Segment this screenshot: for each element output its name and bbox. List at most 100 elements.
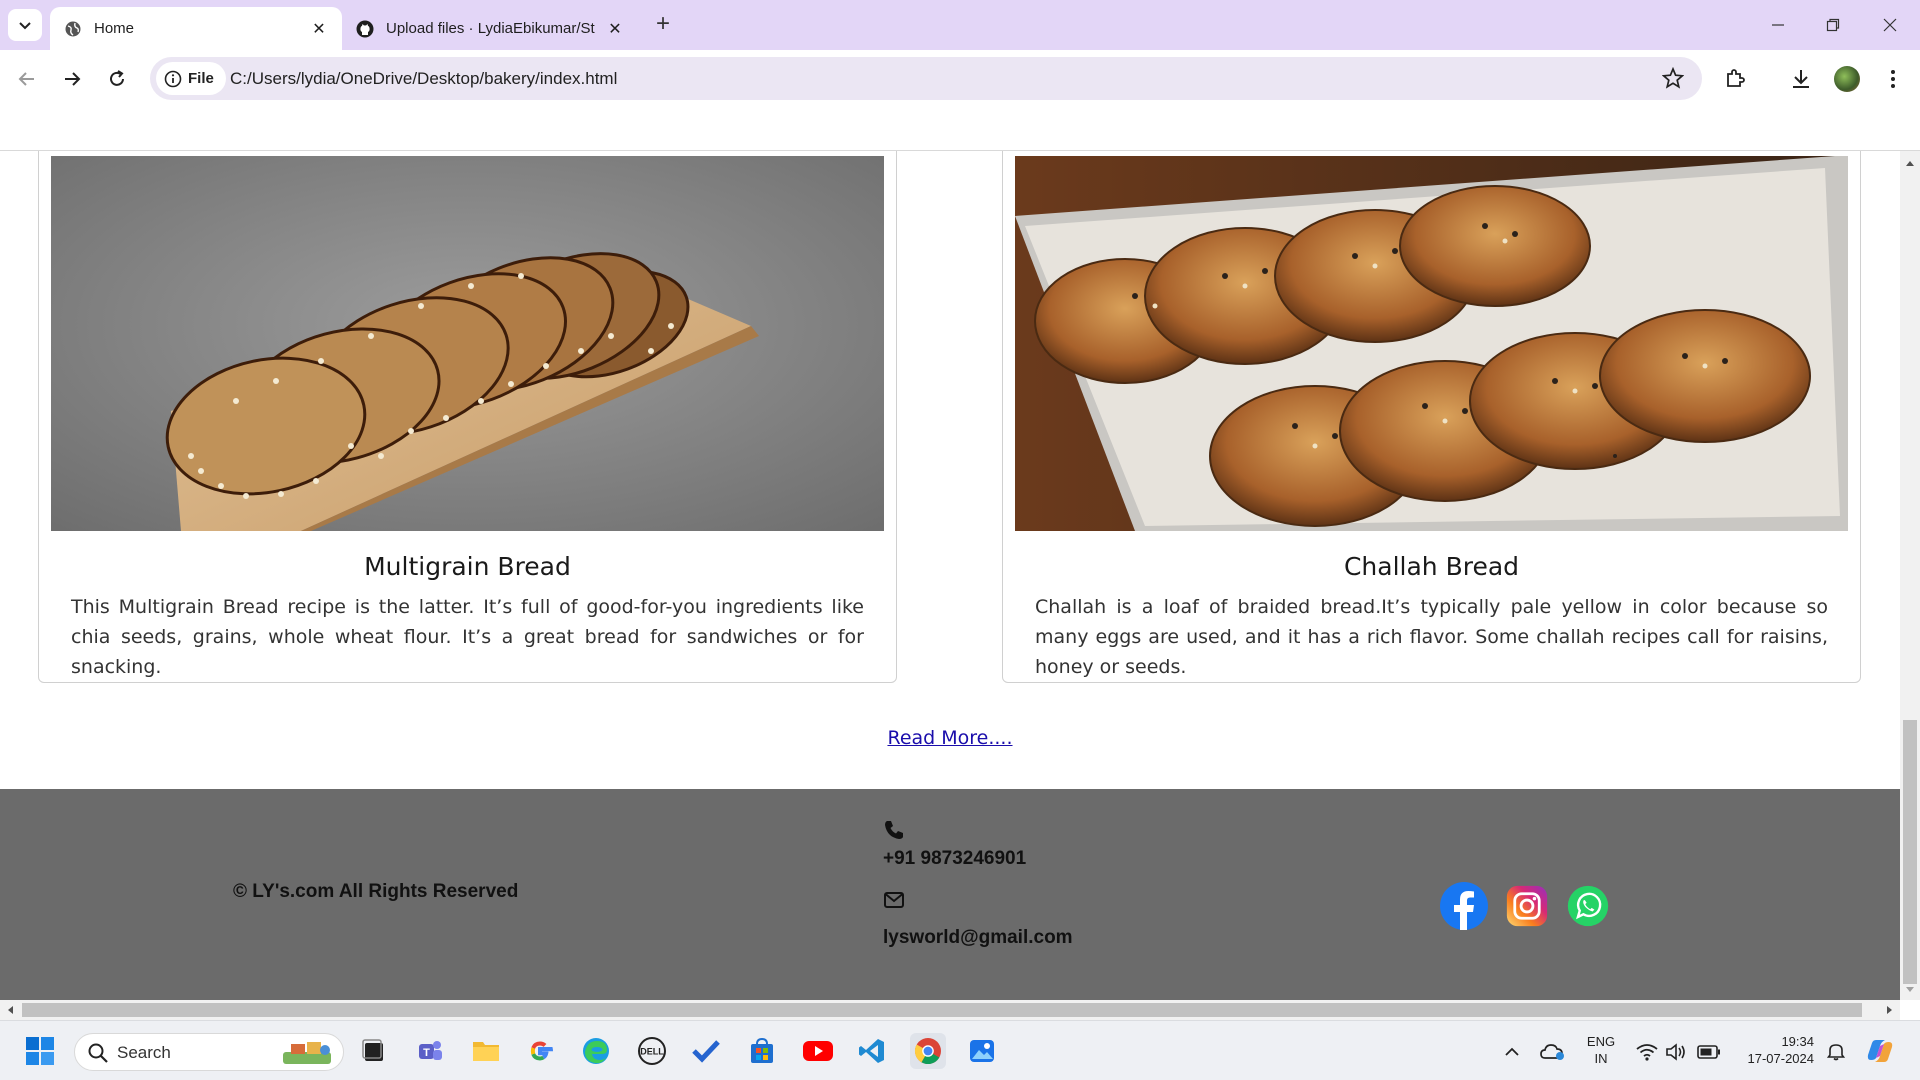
task-view-icon [362,1039,383,1061]
edge-taskbar-button[interactable] [578,1033,614,1069]
close-tab-icon[interactable]: ✕ [310,20,328,38]
product-card-challah: Challah Bread Challah is a loaf of braid… [1002,151,1861,683]
new-tab-button[interactable]: + [650,12,676,38]
todo-taskbar-button[interactable] [688,1033,724,1069]
file-explorer-button[interactable] [468,1033,504,1069]
minimize-icon [1772,24,1784,26]
language-indicator[interactable]: ENG IN [1583,1033,1619,1067]
chevron-down-icon [19,22,31,30]
windows-logo-icon [26,1037,54,1065]
taskbar-search[interactable]: Search [74,1033,344,1071]
youtube-icon [803,1041,833,1061]
envelope-icon [884,892,904,908]
copilot-icon[interactable] [1865,1036,1895,1066]
close-icon [1883,18,1897,32]
url-text[interactable]: C:/Users/lydia/OneDrive/Desktop/bakery/i… [230,69,617,89]
profile-button[interactable] [1830,62,1864,96]
challah-bread-image [1015,156,1848,531]
tab-strip: Home ✕ Upload files · LydiaEbikumar/St ✕… [0,0,1920,50]
tab-upload-files[interactable]: Upload files · LydiaEbikumar/St ✕ [342,7,638,50]
read-more-link[interactable]: Read More.... [887,727,1012,749]
address-bar[interactable]: File C:/Users/lydia/OneDrive/Desktop/bak… [150,57,1702,100]
facebook-icon[interactable] [1440,882,1488,930]
vscode-icon [859,1039,884,1063]
kebab-menu-icon [1891,70,1895,88]
teams-taskbar-button[interactable]: T [412,1033,448,1069]
site-info-chip[interactable]: File [156,62,226,95]
github-icon [356,20,374,38]
vscode-taskbar-button[interactable] [854,1033,890,1069]
photos-taskbar-button[interactable] [964,1033,1000,1069]
scroll-down-arrow-icon[interactable] [1900,982,1920,998]
dell-taskbar-button[interactable]: DELL [634,1033,670,1069]
globe-icon [64,20,82,38]
multigrain-bread-image [51,156,884,531]
clock-date: 17-07-2024 [1747,1051,1815,1066]
close-window-button[interactable] [1870,10,1910,40]
restore-button[interactable] [1813,10,1853,40]
chrome-icon [914,1038,941,1065]
card-title: Challah Bread [1343,552,1520,581]
google-icon [530,1041,553,1061]
reload-icon [110,70,124,86]
notification-bell-icon[interactable] [1826,1041,1846,1061]
clock[interactable]: 19:34 17-07-2024 [1730,1033,1815,1067]
file-label: File [188,70,214,87]
photos-icon [970,1040,994,1062]
youtube-taskbar-button[interactable] [800,1033,836,1069]
phone-icon [885,821,903,839]
tab-search-button[interactable] [8,9,42,41]
search-highlight-icon [283,1042,331,1064]
whatsapp-icon[interactable] [1566,884,1610,928]
onedrive-cloud-icon[interactable] [1540,1041,1566,1061]
download-icon [1793,70,1809,88]
arrow-left-icon [18,72,34,86]
bookmark-star-icon[interactable] [1661,66,1685,94]
region-code: IN [1594,1051,1608,1066]
close-tab-icon[interactable]: ✕ [606,20,624,38]
phone-number: +91 9873246901 [883,848,1027,869]
scroll-right-arrow-icon[interactable] [1882,1000,1898,1020]
chrome-taskbar-button[interactable] [910,1033,946,1069]
wifi-icon[interactable] [1636,1043,1658,1061]
back-button[interactable] [10,62,44,96]
forward-button[interactable] [55,62,89,96]
reload-button[interactable] [100,62,134,96]
horizontal-scroll-thumb[interactable] [22,1003,1862,1017]
downloads-button[interactable] [1784,62,1818,96]
store-icon [751,1037,773,1063]
menu-button[interactable] [1876,62,1910,96]
task-view-button[interactable] [356,1033,392,1069]
card-description: Challah is a loaf of braided bread.It’s … [1035,596,1828,678]
browser-toolbar: File C:/Users/lydia/OneDrive/Desktop/bak… [0,50,1920,108]
search-icon [88,1043,108,1063]
avatar [1834,66,1860,92]
search-label: Search [117,1043,171,1062]
store-taskbar-button[interactable] [744,1033,780,1069]
start-button[interactable] [22,1033,58,1069]
info-icon [164,70,182,87]
minimize-button[interactable] [1758,10,1798,40]
svg-text:T: T [423,1047,430,1059]
scroll-left-arrow-icon[interactable] [2,1000,18,1020]
extensions-button[interactable] [1718,62,1752,96]
tab-title: Home [94,20,135,37]
instagram-icon[interactable] [1506,885,1548,927]
chevron-up-icon[interactable] [1503,1043,1521,1061]
checkmark-icon [692,1040,720,1063]
edge-icon [583,1038,609,1064]
vertical-scroll-thumb[interactable] [1903,720,1917,984]
scroll-up-arrow-icon[interactable] [1900,155,1920,171]
restore-icon [1826,18,1840,32]
tab-home[interactable]: Home ✕ [50,7,342,50]
card-description: This Multigrain Bread recipe is the latt… [71,596,864,678]
volume-icon[interactable] [1665,1043,1687,1061]
svg-text:DELL: DELL [640,1047,664,1057]
email-address: lysworld@gmail.com [883,927,1073,948]
tab-title: Upload files · LydiaEbikumar/St [386,20,595,37]
arrow-right-icon [65,72,81,86]
battery-icon[interactable] [1697,1045,1721,1059]
folder-icon [473,1042,499,1061]
google-taskbar-button[interactable] [522,1033,558,1069]
page-viewport: Multigrain Bread This Multigrain Bread r… [0,151,1900,1000]
